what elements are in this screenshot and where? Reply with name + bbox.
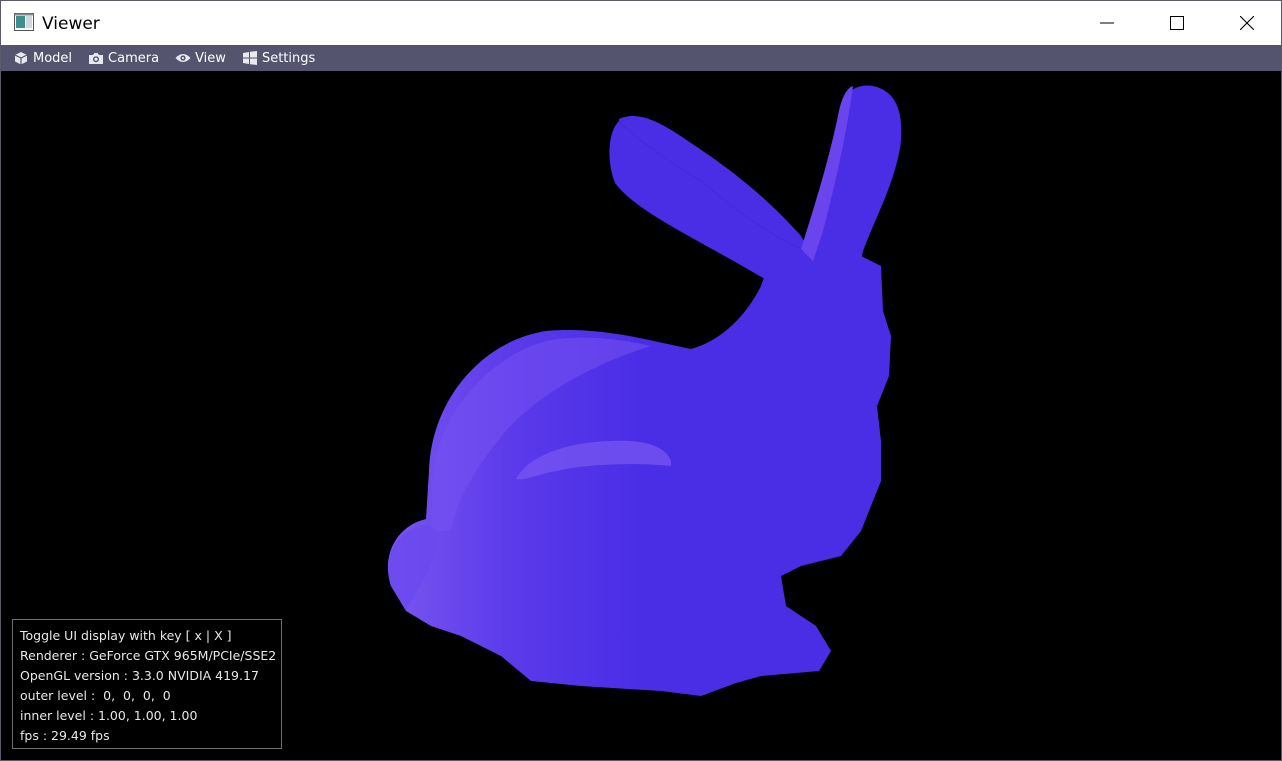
overlay-renderer: Renderer : GeForce GTX 965M/PCIe/SSE2 bbox=[20, 648, 277, 663]
menu-camera-label: Camera bbox=[108, 50, 160, 66]
menu-bar: Model Camera View Settings bbox=[1, 45, 1281, 71]
menu-settings-label: Settings bbox=[261, 50, 316, 66]
minimize-icon bbox=[1100, 22, 1114, 24]
info-overlay: Toggle UI display with key [ x | X ] Ren… bbox=[12, 619, 282, 749]
render-viewport[interactable]: Toggle UI display with key [ x | X ] Ren… bbox=[1, 71, 1281, 760]
menu-model[interactable]: Model bbox=[13, 45, 72, 71]
overlay-opengl-version: OpenGL version : 3.3.0 NVIDIA 419.17 bbox=[20, 668, 259, 683]
close-icon bbox=[1240, 16, 1254, 30]
windows-icon bbox=[242, 51, 258, 65]
overlay-inner-level: inner level : 1.00, 1.00, 1.00 bbox=[20, 708, 198, 723]
eye-icon bbox=[175, 51, 191, 65]
menu-settings[interactable]: Settings bbox=[242, 45, 315, 71]
viewer-window: Viewer Model Camera View Settings Toggle… bbox=[0, 0, 1282, 761]
menu-view[interactable]: View bbox=[175, 45, 226, 71]
maximize-icon bbox=[1170, 16, 1184, 30]
menu-model-label: Model bbox=[33, 50, 73, 66]
minimize-button[interactable] bbox=[1072, 1, 1142, 45]
maximize-button[interactable] bbox=[1142, 1, 1212, 45]
app-icon bbox=[14, 13, 34, 31]
window-title: Viewer bbox=[42, 14, 100, 34]
menu-view-label: View bbox=[195, 50, 226, 66]
overlay-toggle-hint: Toggle UI display with key [ x | X ] bbox=[20, 628, 232, 643]
title-bar[interactable]: Viewer bbox=[1, 1, 1281, 45]
menu-camera[interactable]: Camera bbox=[88, 45, 159, 71]
overlay-outer-level: outer level : 0, 0, 0, 0 bbox=[20, 688, 171, 703]
overlay-fps: fps : 29.49 fps bbox=[20, 728, 110, 743]
close-button[interactable] bbox=[1212, 1, 1282, 45]
cube-icon bbox=[13, 51, 29, 65]
camera-icon bbox=[88, 51, 104, 65]
